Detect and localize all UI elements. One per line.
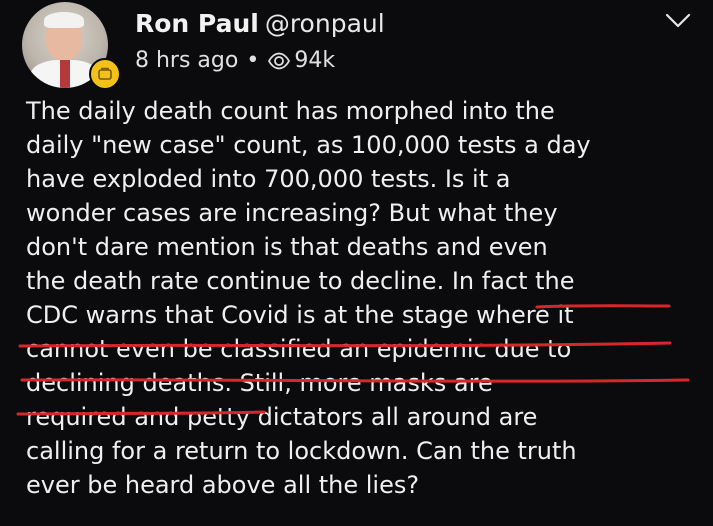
author-handle[interactable]: @ronpaul	[265, 9, 385, 38]
post-time: 8 hrs ago	[135, 48, 239, 73]
post-line: CDC warns that Covid is at the stage whe…	[26, 301, 574, 329]
post-line: The daily death count has morphed into t…	[26, 97, 555, 125]
views-eye-icon	[268, 52, 291, 70]
post-line: calling for a return to lockdown. Can th…	[26, 437, 577, 465]
verified-badge-icon	[89, 58, 121, 90]
post-line: required and petty dictators all around …	[26, 403, 538, 431]
meta-separator: •	[246, 48, 260, 73]
post-line: have exploded into 700,000 tests. Is it …	[26, 165, 511, 193]
post-line: don't dare mention is that deaths and ev…	[26, 233, 548, 261]
post-line: ever be heard above all the lies?	[26, 471, 420, 499]
author-row: Ron Paul @ronpaul	[135, 8, 385, 40]
chevron-down-icon[interactable]	[665, 12, 691, 30]
post-header: Ron Paul @ronpaul 8 hrs ago • 94k	[0, 0, 713, 96]
post-line: wonder cases are increasing? But what th…	[26, 199, 558, 227]
avatar-hair	[44, 12, 84, 28]
post-line: daily "new case" count, as 100,000 tests…	[26, 131, 591, 159]
post-meta: 8 hrs ago • 94k	[135, 47, 335, 75]
post-line: the death rate continue to decline. In f…	[26, 267, 575, 295]
author-name[interactable]: Ron Paul	[135, 9, 259, 38]
post-line: declining deaths. Still, more masks are	[26, 369, 493, 397]
badge-symbol-icon	[98, 67, 112, 80]
post-line: cannot even be classified an epidemic du…	[26, 335, 572, 363]
views-count: 94k	[294, 48, 336, 73]
avatar-tie	[60, 60, 70, 88]
post-body: The daily death count has morphed into t…	[26, 94, 706, 502]
